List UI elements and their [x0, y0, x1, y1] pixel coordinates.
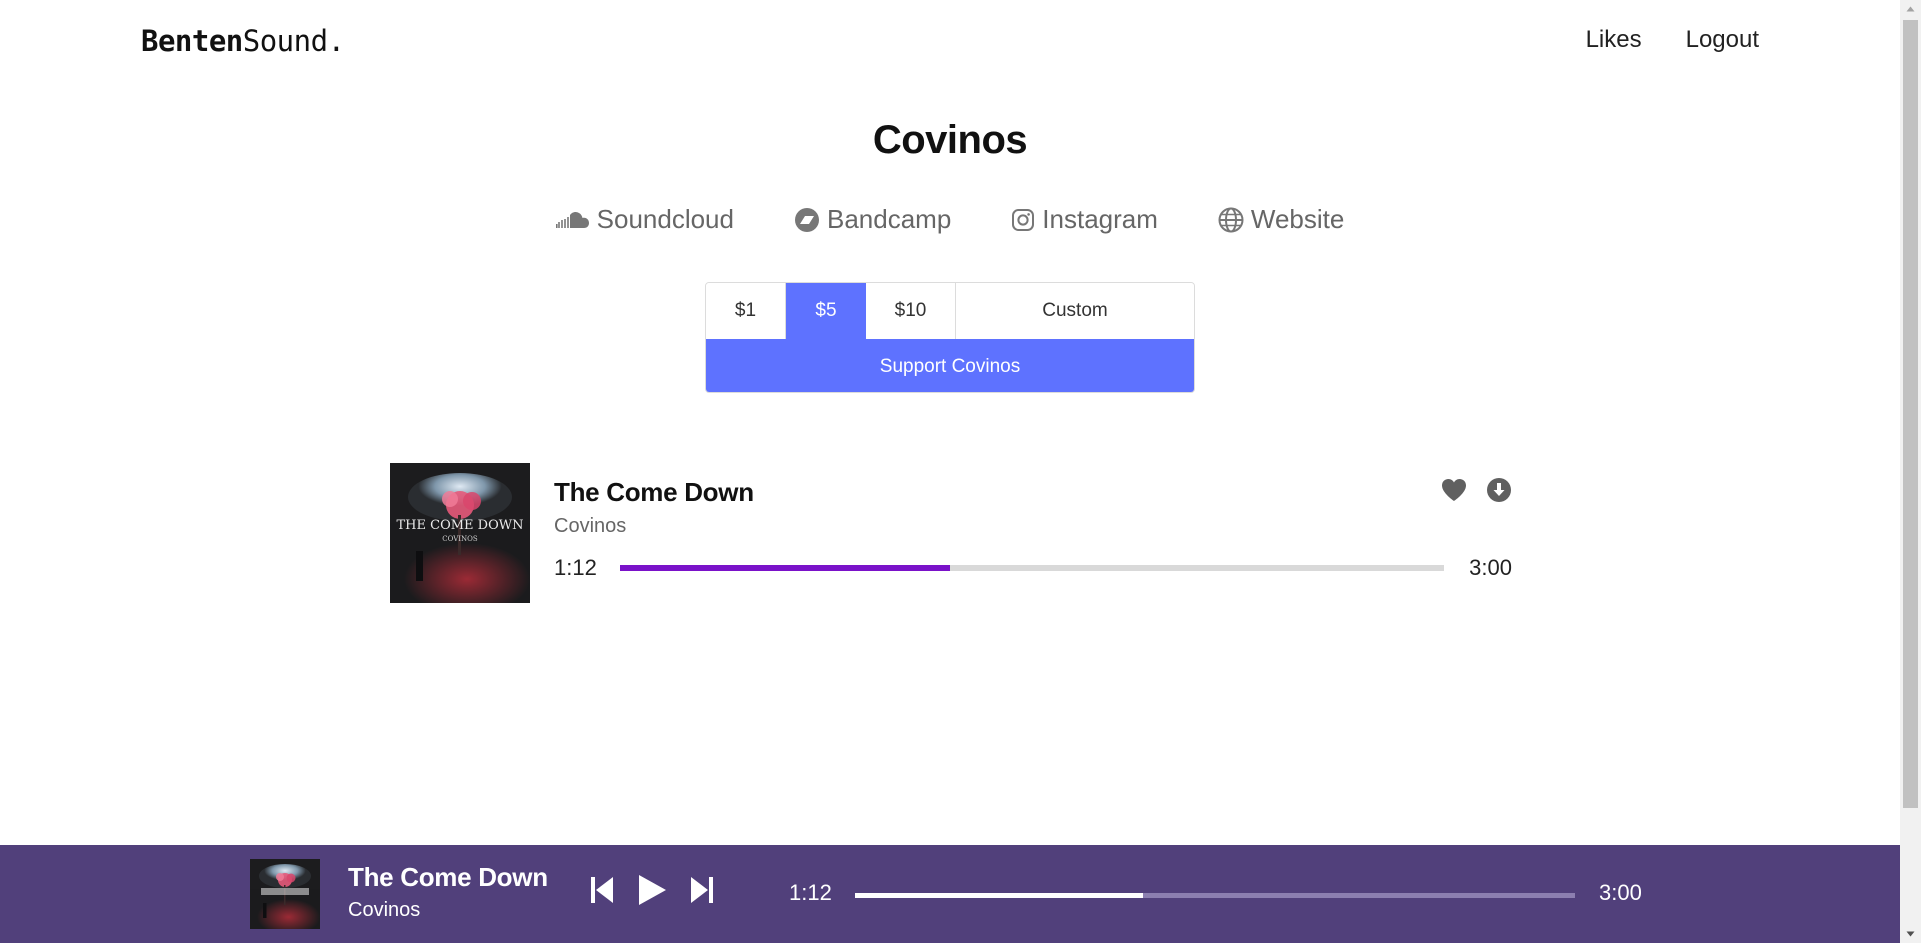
download-icon[interactable] [1486, 477, 1512, 508]
nav-likes-link[interactable]: Likes [1586, 26, 1642, 54]
track-current-time: 1:12 [554, 555, 597, 580]
social-instagram-label: Instagram [1042, 204, 1158, 234]
track-title[interactable]: The Come Down [554, 477, 754, 508]
cover-art-title-text: THE COME DOWN [397, 518, 524, 533]
top-nav: Likes Logout [1586, 26, 1759, 54]
instagram-icon [1011, 208, 1035, 232]
header: BentenSound. Likes Logout [0, 0, 1900, 84]
skip-next-icon[interactable] [690, 875, 714, 910]
player-current-time: 1:12 [789, 880, 832, 905]
brand-regular-text: Sound. [242, 24, 345, 58]
player-controls [590, 873, 714, 912]
track-progress-fill [620, 565, 950, 571]
scrollbar-thumb[interactable] [1903, 20, 1918, 808]
donation-amount-10[interactable]: $10 [866, 283, 956, 339]
player-progress-bar[interactable] [855, 893, 1575, 898]
player-cover-art[interactable] [250, 859, 320, 929]
soundcloud-icon [555, 210, 590, 230]
social-soundcloud-label: Soundcloud [596, 204, 734, 234]
track-artist[interactable]: Covinos [554, 515, 626, 538]
cover-art-artist-text: COVINOS [442, 535, 478, 543]
scroll-down-arrow-icon[interactable] [1900, 925, 1921, 943]
scroll-up-arrow-icon[interactable] [1900, 0, 1921, 18]
donation-amount-1[interactable]: $1 [706, 283, 786, 339]
track-card: THE COME DOWN COVINOS The Come Down Covi… [390, 463, 1512, 603]
social-website-link[interactable]: Website [1218, 204, 1344, 235]
donation-box: $1 $5 $10 Custom Support Covinos [705, 282, 1195, 393]
like-heart-icon[interactable] [1440, 477, 1468, 508]
player-track-artist[interactable]: Covinos [348, 899, 420, 922]
donation-amounts: $1 $5 $10 Custom [706, 283, 1194, 339]
vertical-scrollbar[interactable] [1900, 0, 1921, 943]
track-total-time: 3:00 [1469, 555, 1512, 580]
globe-icon [1218, 207, 1244, 233]
support-artist-button[interactable]: Support Covinos [706, 339, 1194, 392]
track-progress-bar[interactable] [620, 565, 1444, 571]
nav-logout-link[interactable]: Logout [1686, 26, 1759, 54]
player-track-title[interactable]: The Come Down [348, 862, 548, 893]
artist-name: Covinos [872, 118, 1028, 162]
donation-custom-amount[interactable]: Custom [956, 283, 1194, 339]
social-instagram-link[interactable]: Instagram [1011, 204, 1158, 235]
track-cover-art[interactable]: THE COME DOWN COVINOS [390, 463, 530, 603]
donation-amount-5[interactable]: $5 [786, 283, 866, 339]
brand-logo[interactable]: BentenSound. [141, 24, 345, 58]
play-icon[interactable] [636, 873, 668, 912]
brand-bold-text: Benten [141, 24, 243, 58]
track-actions [1440, 477, 1512, 508]
player-total-time: 3:00 [1599, 880, 1642, 905]
social-website-label: Website [1250, 204, 1345, 234]
player-bar: The Come Down Covinos 1:12 3:00 [0, 845, 1900, 943]
social-links: Soundcloud Bandcamp Instagram Website [0, 204, 1900, 235]
bandcamp-icon [794, 207, 820, 233]
social-bandcamp-link[interactable]: Bandcamp [794, 204, 951, 235]
player-progress-fill [855, 893, 1143, 898]
social-soundcloud-link[interactable]: Soundcloud [555, 204, 734, 235]
social-bandcamp-label: Bandcamp [826, 204, 952, 234]
skip-previous-icon[interactable] [590, 875, 614, 910]
